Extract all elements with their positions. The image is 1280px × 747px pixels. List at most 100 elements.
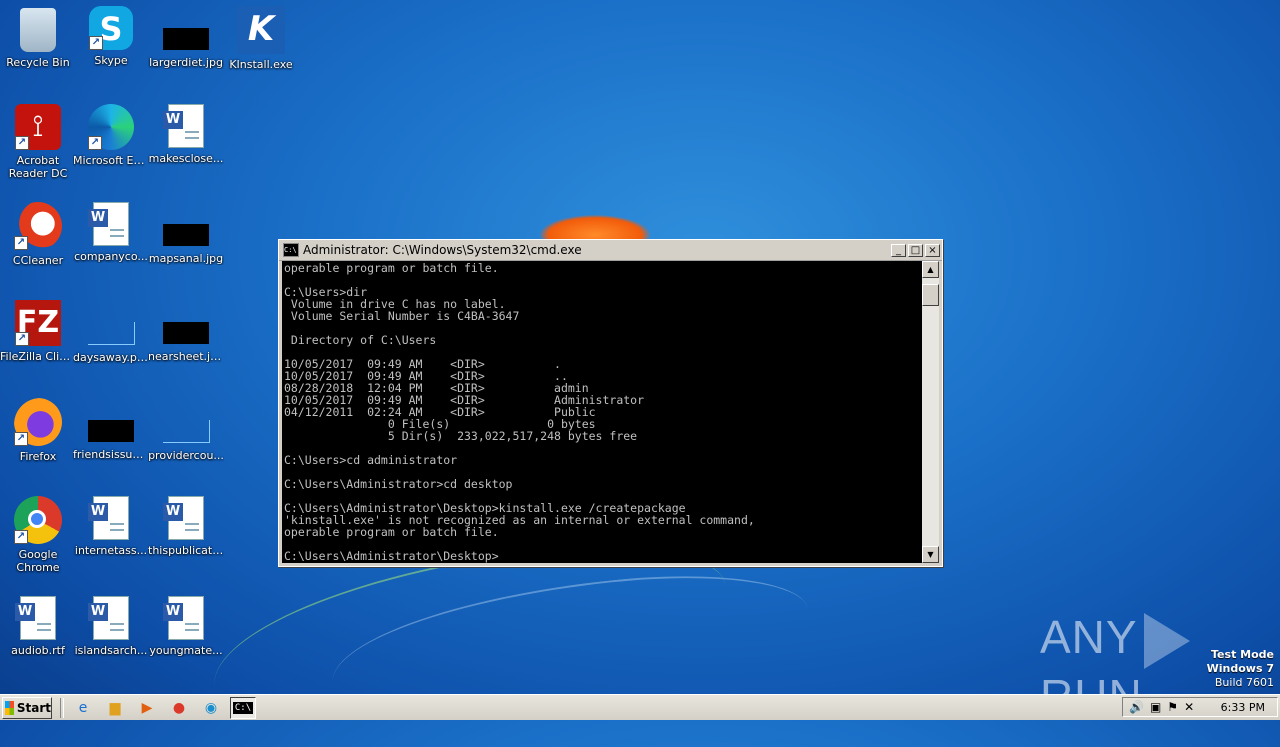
scroll-up-icon[interactable]: ▲ — [922, 261, 939, 278]
action-center-icon[interactable]: ✕ — [1184, 700, 1194, 714]
desktop-icon-nearsheet[interactable]: nearsheet.jpg — [148, 300, 224, 363]
desktop-icon-providercou[interactable]: providercou... — [148, 398, 224, 462]
icon-label: makesclose... — [148, 152, 224, 165]
word-doc-icon: W — [88, 596, 129, 640]
desktop-icon-firefox[interactable]: ↗ Firefox — [0, 398, 76, 463]
icon-label: providercou... — [148, 449, 224, 462]
volume-icon[interactable]: 🔊 — [1129, 700, 1144, 714]
minimize-button[interactable]: _ — [891, 243, 906, 257]
icon-label: mapsanal.jpg — [148, 252, 224, 265]
kinstall-icon: K — [237, 6, 285, 54]
play-icon — [1143, 612, 1190, 669]
desktop-icon-acrobat[interactable]: ⟟ ↗ Acrobat Reader DC — [0, 104, 76, 180]
folder-icon[interactable]: ▆ — [102, 697, 128, 719]
edge-icon: ↗ — [88, 104, 134, 150]
icon-label: Acrobat Reader DC — [8, 154, 68, 180]
ie-icon[interactable]: e — [70, 697, 96, 719]
icon-label: Google Chrome — [16, 548, 60, 574]
icon-label: KInstall.exe — [229, 58, 293, 71]
desktop-icon-mapsanal[interactable]: mapsanal.jpg — [148, 202, 224, 265]
word-doc-icon: W — [163, 496, 204, 540]
maximize-button[interactable]: □ — [908, 243, 923, 257]
icon-label: CCleaner — [12, 254, 64, 267]
word-doc-icon: W — [163, 596, 204, 640]
skype-icon: S ↗ — [89, 6, 133, 50]
image-file-icon — [163, 322, 209, 344]
system-tray: 🔊 ▣ ⚑ ✕ 6:33 PM — [1122, 697, 1278, 717]
watermark-text-left: ANY — [1040, 611, 1138, 663]
scroll-down-icon[interactable]: ▼ — [922, 546, 939, 563]
icon-label: nearsheet.jpg — [148, 350, 224, 363]
desktop-icon-filezilla[interactable]: FZ ↗ FileZilla Client — [0, 300, 76, 363]
taskbar: Start e ▆ ▶ ● ◉ C:\ 🔊 ▣ ⚑ ✕ 6:33 PM — [0, 694, 1280, 720]
build-line: Build 7601 — [1214, 676, 1274, 689]
word-doc-icon: W — [163, 104, 204, 148]
desktop-icon-largerdiet[interactable]: largerdiet.jpg — [148, 6, 224, 69]
icon-label: FileZilla Client — [0, 350, 76, 363]
icon-label: youngmate... — [149, 644, 223, 657]
chrome-icon: ↗ — [14, 496, 62, 544]
desktop-icon-companyco[interactable]: W companyco... — [73, 202, 149, 263]
icon-label: internetass... — [74, 544, 148, 557]
ccleaner-icon: ↗ — [14, 202, 62, 250]
word-doc-icon: W — [88, 202, 129, 246]
desktop-icon-chrome[interactable]: ↗ Google Chrome — [0, 496, 76, 574]
icon-label: Recycle Bin — [6, 56, 70, 69]
image-file-icon — [163, 224, 209, 246]
word-doc-icon: W — [88, 496, 129, 540]
test-mode-line: Test Mode — [1211, 648, 1274, 661]
edge-taskbar-icon[interactable]: ◉ — [198, 697, 224, 719]
cmd-window[interactable]: C:\ Administrator: C:\Windows\System32\c… — [278, 239, 943, 567]
desktop-icon-friendsissue[interactable]: friendsissue... — [73, 398, 149, 461]
icon-label: islandsarch... — [74, 644, 148, 657]
image-file-icon — [162, 420, 210, 443]
acrobat-icon: ⟟ ↗ — [15, 104, 61, 150]
desktop-icon-internetass[interactable]: W internetass... — [73, 496, 149, 557]
windows-flag-icon — [5, 700, 14, 715]
desktop-icon-makesclose[interactable]: W makesclose... — [148, 104, 224, 165]
cmd-window-title: Administrator: C:\Windows\System32\cmd.e… — [303, 243, 582, 257]
desktop-icon-islandsarch[interactable]: W islandsarch... — [73, 596, 149, 657]
cmd-console-output[interactable]: operable program or batch file. C:\Users… — [282, 261, 923, 563]
recycle-bin-icon — [20, 8, 56, 52]
scroll-thumb[interactable] — [922, 284, 939, 306]
cmd-window-icon: C:\ — [283, 243, 299, 257]
desktop-icon-thispublicati[interactable]: W thispublicati... — [148, 496, 224, 557]
start-label: Start — [16, 700, 51, 715]
media-player-icon[interactable]: ▶ — [134, 697, 160, 719]
desktop-icon-edge[interactable]: ↗ Microsoft Edge — [73, 104, 149, 167]
firefox-icon: ↗ — [14, 398, 62, 446]
desktop-icon-daysaway[interactable]: daysaway.png — [73, 300, 149, 364]
image-file-icon — [88, 420, 134, 442]
clock[interactable]: 6:33 PM — [1221, 701, 1265, 714]
taskbar-separator — [60, 697, 64, 718]
flag-icon[interactable]: ⚑ — [1167, 700, 1178, 714]
cmd-taskbar-icon[interactable]: C:\ — [230, 696, 256, 719]
start-button[interactable]: Start — [2, 696, 52, 719]
close-button[interactable]: × — [925, 243, 940, 257]
image-file-icon — [87, 322, 135, 345]
network-icon[interactable]: ▣ — [1150, 700, 1161, 714]
image-file-icon — [163, 28, 209, 50]
cmd-titlebar[interactable]: C:\ Administrator: C:\Windows\System32\c… — [279, 240, 942, 261]
icon-label: daysaway.png — [73, 351, 149, 364]
icon-label: friendsissue... — [73, 448, 149, 461]
icon-label: largerdiet.jpg — [149, 56, 223, 69]
icon-label: Firefox — [19, 450, 57, 463]
icon-label: audiob.rtf — [11, 644, 65, 657]
icon-label: Microsoft Edge — [73, 154, 149, 167]
desktop-icon-ccleaner[interactable]: ↗ CCleaner — [0, 202, 76, 267]
desktop-icon-recycle-bin[interactable]: Recycle Bin — [0, 6, 76, 69]
test-mode-notice: Test Mode Windows 7 Build 7601 — [1207, 648, 1274, 690]
os-line: Windows 7 — [1206, 662, 1274, 675]
desktop-icon-kinstall[interactable]: K KInstall.exe — [223, 6, 299, 71]
icon-label: thispublicati... — [148, 544, 224, 557]
cmd-scrollbar[interactable]: ▲ ▼ — [922, 261, 939, 563]
desktop-icon-youngmate[interactable]: W youngmate... — [148, 596, 224, 657]
word-doc-icon: W — [15, 596, 56, 640]
desktop-icon-skype[interactable]: S ↗ Skype — [73, 6, 149, 67]
icon-label: Skype — [94, 54, 128, 67]
chrome-taskbar-icon[interactable]: ● — [166, 697, 192, 719]
filezilla-icon: FZ ↗ — [15, 300, 61, 346]
desktop-icon-audiob[interactable]: W audiob.rtf — [0, 596, 76, 657]
